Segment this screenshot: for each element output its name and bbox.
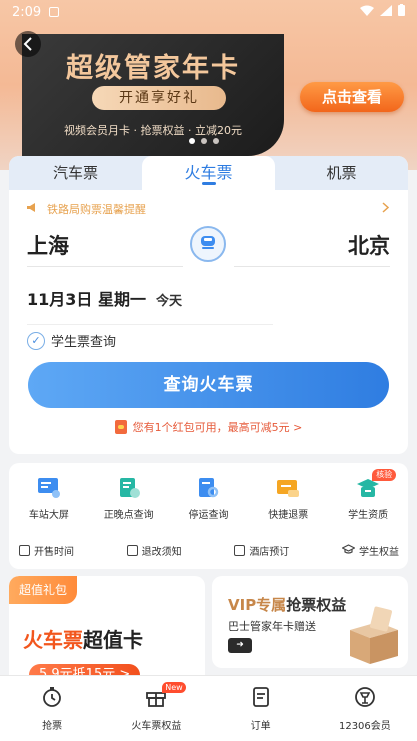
search-doc-icon xyxy=(195,475,221,501)
carousel-dot[interactable] xyxy=(201,138,207,144)
screen-icon xyxy=(36,475,62,501)
check-button[interactable]: 点击查看 xyxy=(300,82,404,112)
departure-underline xyxy=(27,266,183,267)
carousel-dot-active[interactable] xyxy=(189,138,195,144)
promo-card[interactable]: 超级管家年卡 开通享好礼 视频会员月卡 · 抢票权益 · 立减20元 xyxy=(22,34,284,156)
document-icon xyxy=(126,545,138,556)
service-grid: 车站大屏 正晚点查询 停运查询 快捷退票 核验 学生资质 xyxy=(9,469,408,521)
value-pack-card[interactable]: 超值礼包 火车票超值卡 5.9元抵15元 > xyxy=(9,576,205,686)
link-label: 退改须知 xyxy=(141,547,182,558)
red-packet-notice[interactable]: 您有1个红包可用，最高可减5元 > xyxy=(9,419,408,435)
back-button[interactable] xyxy=(15,31,41,57)
link-sale-time[interactable]: 开售时间 xyxy=(19,543,74,558)
travel-date: 11月3日 星期一 xyxy=(27,290,146,309)
departure-city[interactable]: 上海 xyxy=(27,230,69,260)
vip-title-gold: VIP专属 xyxy=(228,596,287,614)
status-time: 2:09 xyxy=(12,4,42,20)
student-label: 学生票查询 xyxy=(51,335,117,350)
tabbar-label: 火车票权益 xyxy=(131,720,182,732)
megaphone-icon xyxy=(27,203,37,215)
vip-arrow-button[interactable]: ➜ xyxy=(228,638,252,653)
vip-subtitle: 巴士管家年卡赠送 xyxy=(228,620,316,633)
service-station-screen[interactable]: 车站大屏 xyxy=(9,475,89,521)
service-student-qualification[interactable]: 核验 学生资质 xyxy=(328,469,408,521)
hotel-icon xyxy=(234,545,246,556)
arrival-underline xyxy=(234,266,390,267)
signal-icon xyxy=(380,4,392,20)
battery-icon xyxy=(398,4,405,20)
graduation-cap-icon xyxy=(341,544,356,557)
link-label: 学生权益 xyxy=(358,547,399,558)
tabbar-orders[interactable]: 订单 xyxy=(209,676,313,741)
booking-panel: 汽车票 火车票 机票 铁路局购票温馨提醒 上海 北京 11月3日 星期一 今天 … xyxy=(9,156,408,454)
service-label: 车站大屏 xyxy=(28,510,69,521)
swap-cities-button[interactable] xyxy=(190,226,226,262)
tabbar-grab-tickets[interactable]: 抢票 xyxy=(0,676,104,741)
date-selector[interactable]: 11月3日 星期一 今天 xyxy=(27,286,182,310)
tabbar-label: 12306会员 xyxy=(338,720,391,732)
service-suspension-query[interactable]: 停运查询 xyxy=(169,475,249,521)
quick-links: 开售时间 退改须知 酒店预订 学生权益 xyxy=(19,543,399,558)
tab-train[interactable]: 火车票 xyxy=(142,156,275,190)
promo-subtitle: 视频会员月卡 · 抢票权益 · 立减20元 xyxy=(64,124,242,137)
chevron-right-icon xyxy=(382,202,390,216)
promo-title: 超级管家年卡 xyxy=(66,53,240,84)
verify-badge: 核验 xyxy=(372,469,397,481)
order-icon xyxy=(250,686,272,711)
red-packet-text: 您有1个红包可用，最高可减5元 > xyxy=(132,421,303,434)
red-packet-icon xyxy=(114,420,127,434)
student-ticket-toggle[interactable]: ✓ 学生票查询 xyxy=(27,331,116,350)
vip-card[interactable]: VIP专属抢票权益 巴士管家年卡赠送 ➜ xyxy=(212,576,408,668)
tabbar-train-benefits[interactable]: New 火车票权益 xyxy=(104,676,208,741)
value-pack-title-red: 火车票 xyxy=(23,628,83,652)
services-panel: 车站大屏 正晚点查询 停运查询 快捷退票 核验 学生资质 开售时间 退改须知 酒… xyxy=(9,463,408,569)
ticket-icon xyxy=(275,475,301,501)
new-badge: New xyxy=(162,682,186,693)
tab-bus[interactable]: 汽车票 xyxy=(9,156,142,190)
train-swap-icon xyxy=(198,234,218,254)
chevron-left-icon xyxy=(23,36,33,55)
clock-doc-icon xyxy=(116,475,142,501)
notice-bar[interactable]: 铁路局购票温馨提醒 xyxy=(27,201,390,217)
link-label: 酒店预订 xyxy=(249,547,290,558)
today-label: 今天 xyxy=(155,294,182,309)
date-underline xyxy=(27,324,273,325)
link-hotel-booking[interactable]: 酒店预订 xyxy=(234,543,289,558)
wifi-icon xyxy=(360,5,374,20)
notice-text: 铁路局购票温馨提醒 xyxy=(47,203,146,216)
stopwatch-icon xyxy=(41,686,63,711)
check-circle-icon[interactable]: ✓ xyxy=(27,331,45,350)
service-quick-refund[interactable]: 快捷退票 xyxy=(248,475,328,521)
tabbar-label: 订单 xyxy=(250,720,271,732)
top-banner[interactable]: 超级管家年卡 开通享好礼 视频会员月卡 · 抢票权益 · 立减20元 点击查看 xyxy=(0,0,417,170)
gift-box-icon xyxy=(344,604,402,664)
service-delay-query[interactable]: 正晚点查询 xyxy=(89,475,169,521)
value-pack-title: 火车票超值卡 xyxy=(23,624,143,653)
value-pack-title-black: 超值卡 xyxy=(83,628,143,652)
status-bar: 2:09 xyxy=(0,0,417,24)
service-label: 快捷退票 xyxy=(268,510,309,521)
value-pack-tag: 超值礼包 xyxy=(9,576,78,604)
bottom-tab-bar: 抢票 New 火车票权益 订单 12306会员 xyxy=(0,675,417,741)
train-member-icon xyxy=(354,686,376,711)
tabbar-12306-member[interactable]: 12306会员 xyxy=(313,676,417,741)
service-label: 停运查询 xyxy=(188,510,229,521)
calendar-icon xyxy=(19,545,30,556)
link-student-rights[interactable]: 学生权益 xyxy=(341,543,399,558)
tab-flight[interactable]: 机票 xyxy=(275,156,408,190)
link-label: 开售时间 xyxy=(34,547,74,558)
carousel-dot[interactable] xyxy=(213,138,219,144)
search-trains-button[interactable]: 查询火车票 xyxy=(28,362,389,408)
vip-title: VIP专属抢票权益 xyxy=(228,594,346,615)
vip-title-black: 抢票权益 xyxy=(286,596,347,614)
transport-tabs: 汽车票 火车票 机票 xyxy=(9,156,408,190)
link-change-notice[interactable]: 退改须知 xyxy=(126,543,182,558)
carousel-dots[interactable] xyxy=(189,138,219,144)
service-label: 正晚点查询 xyxy=(103,510,154,521)
service-label: 学生资质 xyxy=(348,510,389,521)
notification-icon xyxy=(49,7,60,17)
tabbar-label: 抢票 xyxy=(42,720,63,732)
promo-pill: 开通享好礼 xyxy=(92,86,226,110)
arrival-city[interactable]: 北京 xyxy=(348,230,390,260)
